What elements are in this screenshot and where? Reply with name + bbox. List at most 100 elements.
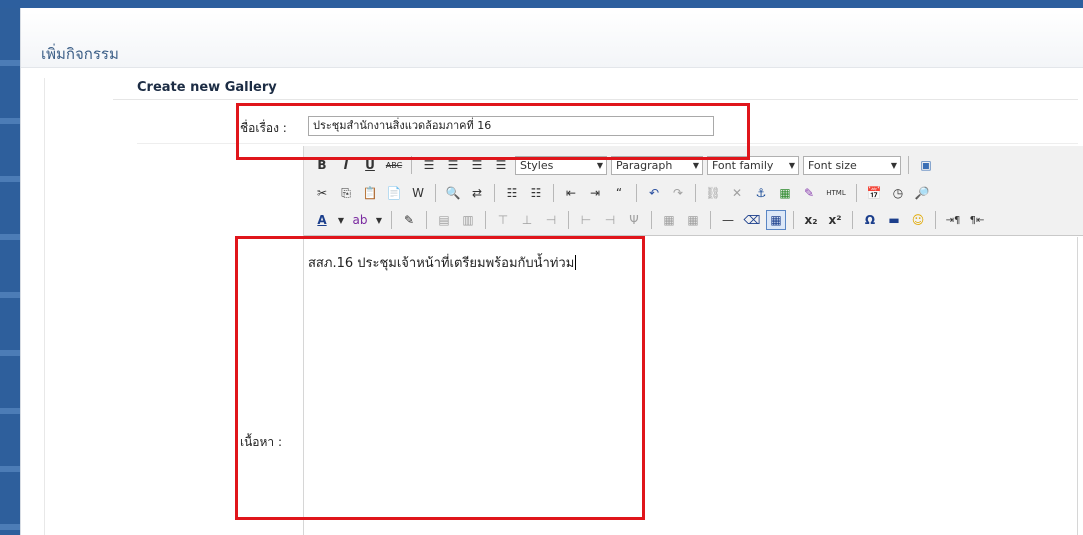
remove-format-icon[interactable]: ⌫ bbox=[742, 210, 762, 230]
cleanup-icon[interactable]: ✎ bbox=[799, 183, 819, 203]
horizontal-rule-icon[interactable]: — bbox=[718, 210, 738, 230]
chevron-down-icon[interactable]: ▼ bbox=[336, 210, 346, 230]
chevron-down-icon[interactable]: ▼ bbox=[374, 210, 384, 230]
toolbar-separator bbox=[710, 211, 711, 229]
find-icon[interactable]: 🔍 bbox=[443, 183, 463, 203]
bullet-list-icon[interactable]: ☷ bbox=[502, 183, 522, 203]
edit-css-icon[interactable]: ✎ bbox=[399, 210, 419, 230]
toolbar-separator bbox=[411, 156, 412, 174]
text-color-icon[interactable]: A bbox=[312, 210, 332, 230]
editor-content-area[interactable] bbox=[304, 237, 1083, 535]
top-bar bbox=[0, 0, 1083, 8]
panel-header: เพิ่มกิจกรรม bbox=[21, 12, 1083, 68]
fullscreen-icon[interactable]: ▣ bbox=[916, 155, 936, 175]
image-icon[interactable]: ▦ bbox=[775, 183, 795, 203]
chevron-down-icon: ▼ bbox=[692, 160, 699, 170]
insert-col-before-icon[interactable]: ⊢ bbox=[576, 210, 596, 230]
numbered-list-icon[interactable]: ☷ bbox=[526, 183, 546, 203]
font-size-select[interactable]: Font size ▼ bbox=[803, 155, 901, 175]
editor-toolbar: B I U ABC ☰ ☰ ☰ ☰ Styles ▼ Paragraph ▼ Fon… bbox=[304, 146, 1083, 236]
editor-text[interactable]: สสภ.16 ประชุมเจ้าหน้าที่เตรียมพร้อมกับน้… bbox=[308, 252, 577, 273]
toolbar-separator bbox=[391, 211, 392, 229]
paste-word-icon[interactable]: W bbox=[408, 183, 428, 203]
superscript-icon[interactable]: x² bbox=[825, 210, 845, 230]
screen: เพิ่มกิจกรรม Create new Gallery ชื่อเรื่… bbox=[0, 0, 1083, 535]
outdent-icon[interactable]: ⇤ bbox=[561, 183, 581, 203]
cut-icon[interactable]: ✂ bbox=[312, 183, 332, 203]
toolbar-separator bbox=[426, 211, 427, 229]
toolbar-separator bbox=[852, 211, 853, 229]
align-center-icon[interactable]: ☰ bbox=[443, 155, 463, 175]
preview-icon[interactable]: 🔎 bbox=[912, 183, 932, 203]
link-icon[interactable]: ⛓ bbox=[703, 183, 723, 203]
toolbar-row-2: ✂ ⎘ 📋 📄 W 🔍 ⇄ ☷ ☷ ⇤ ⇥ “ ↶ ↷ ⛓ ✕ ⚓ ▦ ✎ HT… bbox=[312, 182, 932, 204]
toolbar-separator bbox=[636, 184, 637, 202]
bold-icon[interactable]: B bbox=[312, 155, 332, 175]
toolbar-row-3: A ▼ ab ▼ ✎ ▤ ▥ ⊤ ⊥ ⊣ ⊢ ⊣ Ψ ▦ ▦ — ⌫ ▦ x₂ bbox=[312, 209, 987, 231]
visual-aid-icon[interactable]: ▦ bbox=[766, 210, 786, 230]
paragraph-select[interactable]: Paragraph ▼ bbox=[611, 155, 703, 175]
strikethrough-icon[interactable]: ABC bbox=[384, 155, 404, 175]
merge-cells-icon[interactable]: ▦ bbox=[683, 210, 703, 230]
toolbar-separator bbox=[793, 211, 794, 229]
table-cell-props-icon[interactable]: ▥ bbox=[458, 210, 478, 230]
anchor-icon[interactable]: ⚓ bbox=[751, 183, 771, 203]
toolbar-separator bbox=[553, 184, 554, 202]
nonbreaking-space-icon[interactable]: ▬ bbox=[884, 210, 904, 230]
toolbar-separator bbox=[568, 211, 569, 229]
emoticon-icon[interactable]: ☺ bbox=[908, 210, 928, 230]
toolbar-separator bbox=[435, 184, 436, 202]
paste-text-icon[interactable]: 📄 bbox=[384, 183, 404, 203]
toolbar-separator bbox=[494, 184, 495, 202]
editor-right-border bbox=[1077, 237, 1078, 535]
table-row-props-icon[interactable]: ▤ bbox=[434, 210, 454, 230]
insert-row-after-icon[interactable]: ⊥ bbox=[517, 210, 537, 230]
subscript-icon[interactable]: x₂ bbox=[801, 210, 821, 230]
toolbar-separator bbox=[485, 211, 486, 229]
ltr-icon[interactable]: ⇥¶ bbox=[943, 210, 963, 230]
underline-icon[interactable]: U bbox=[360, 155, 380, 175]
chevron-down-icon: ▼ bbox=[788, 160, 795, 170]
insert-time-icon[interactable]: ◷ bbox=[888, 183, 908, 203]
align-right-icon[interactable]: ☰ bbox=[467, 155, 487, 175]
rtl-icon[interactable]: ¶⇤ bbox=[967, 210, 987, 230]
left-sidebar-strip bbox=[0, 8, 20, 535]
redo-icon[interactable]: ↷ bbox=[668, 183, 688, 203]
align-justify-icon[interactable]: ☰ bbox=[491, 155, 511, 175]
background-color-icon[interactable]: ab bbox=[350, 210, 370, 230]
form-title: Create new Gallery bbox=[113, 76, 1078, 100]
special-char-icon[interactable]: Ω bbox=[860, 210, 880, 230]
copy-icon[interactable]: ⎘ bbox=[336, 183, 356, 203]
delete-row-icon[interactable]: ⊣ bbox=[541, 210, 561, 230]
insert-date-icon[interactable]: 📅 bbox=[864, 183, 884, 203]
styles-select[interactable]: Styles ▼ bbox=[515, 155, 607, 175]
chevron-down-icon: ▼ bbox=[596, 160, 603, 170]
text-caret bbox=[575, 255, 577, 270]
replace-icon[interactable]: ⇄ bbox=[467, 183, 487, 203]
content-label: เนื้อหา : bbox=[240, 435, 283, 449]
unlink-icon[interactable]: ✕ bbox=[727, 183, 747, 203]
split-cells-icon[interactable]: ▦ bbox=[659, 210, 679, 230]
undo-icon[interactable]: ↶ bbox=[644, 183, 664, 203]
blockquote-icon[interactable]: “ bbox=[609, 183, 629, 203]
toolbar-separator bbox=[695, 184, 696, 202]
editor-text-value: สสภ.16 ประชุมเจ้าหน้าที่เตรียมพร้อมกับน้… bbox=[308, 256, 575, 271]
title-input[interactable]: ประชุมสำนักงานสิ่งแวดล้อมภาคที่ 16 bbox=[308, 116, 714, 136]
toolbar-separator bbox=[856, 184, 857, 202]
html-icon[interactable]: HTML bbox=[823, 183, 849, 203]
insert-col-after-icon[interactable]: ⊣ bbox=[600, 210, 620, 230]
paste-icon[interactable]: 📋 bbox=[360, 183, 380, 203]
indent-icon[interactable]: ⇥ bbox=[585, 183, 605, 203]
toolbar-row-1: B I U ABC ☰ ☰ ☰ ☰ Styles ▼ Paragraph ▼ Fon… bbox=[312, 154, 936, 176]
page-title: เพิ่มกิจกรรม bbox=[41, 45, 119, 63]
title-label: ชื่อเรื่อง : bbox=[240, 121, 287, 135]
insert-row-before-icon[interactable]: ⊤ bbox=[493, 210, 513, 230]
chevron-down-icon: ▼ bbox=[890, 160, 897, 170]
toolbar-separator bbox=[935, 211, 936, 229]
toolbar-separator bbox=[908, 156, 909, 174]
delete-col-icon[interactable]: Ψ bbox=[624, 210, 644, 230]
italic-icon[interactable]: I bbox=[336, 155, 356, 175]
font-family-select[interactable]: Font family ▼ bbox=[707, 155, 799, 175]
align-left-icon[interactable]: ☰ bbox=[419, 155, 439, 175]
toolbar-separator bbox=[651, 211, 652, 229]
